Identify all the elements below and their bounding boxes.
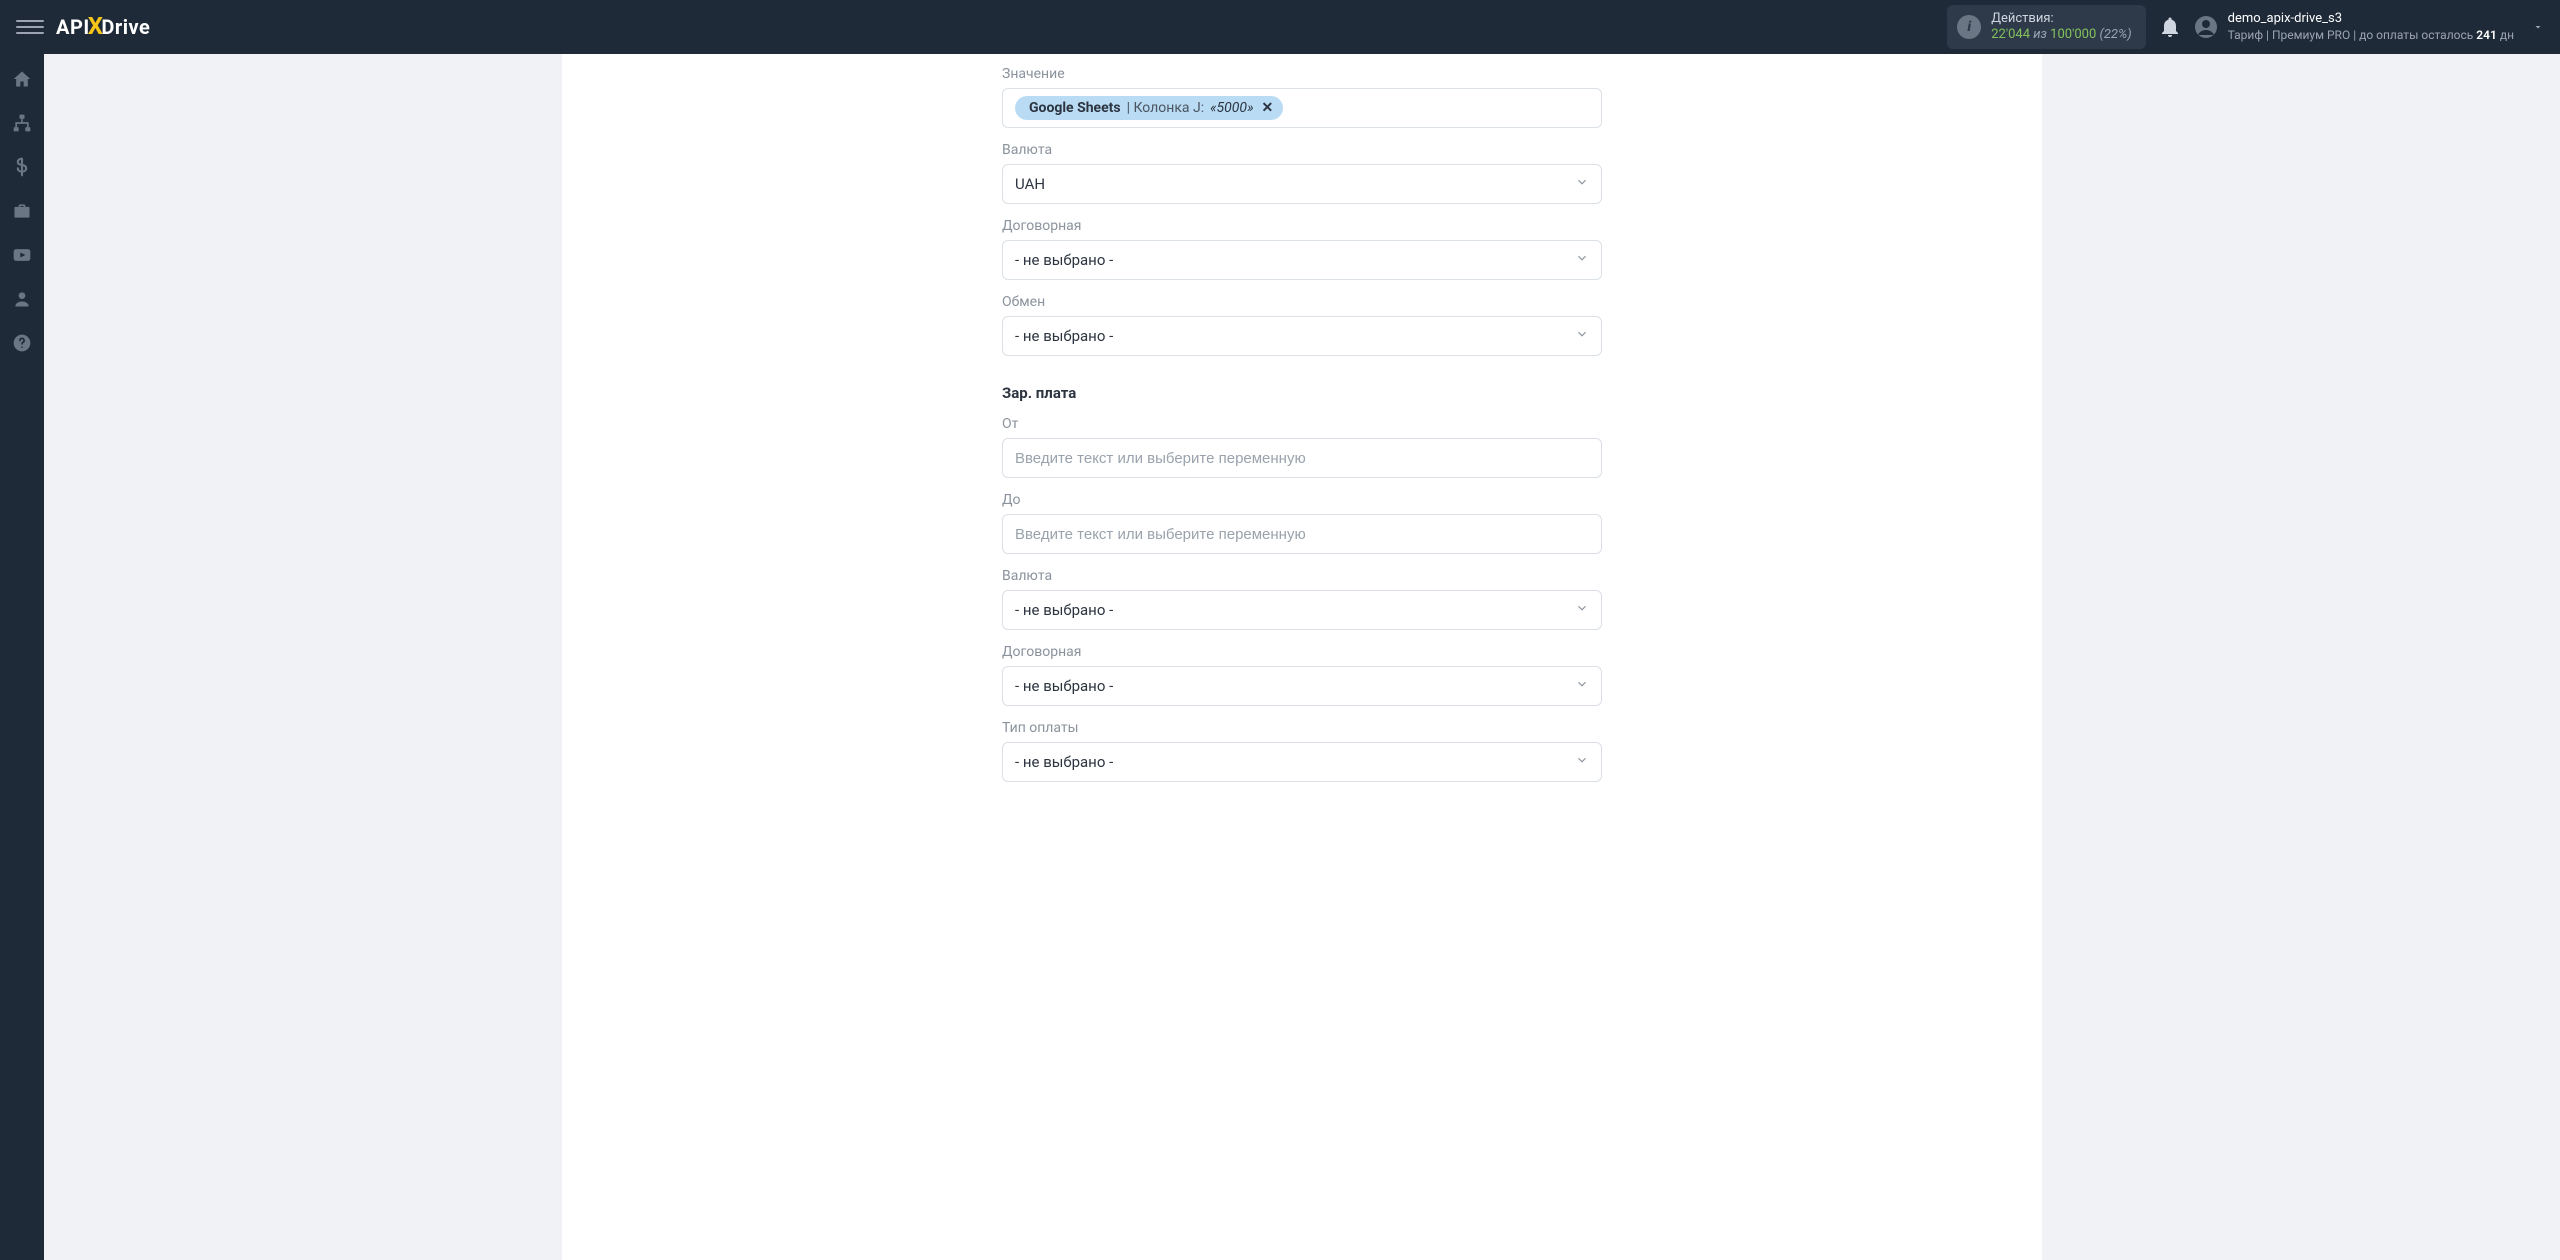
- tariff-prefix: Тариф |: [2228, 28, 2269, 42]
- nego1-value: - не выбрано -: [1015, 251, 1113, 269]
- logo-post: Drive: [101, 15, 150, 39]
- field-currency1: Валюта UAH: [1002, 142, 1602, 204]
- salary-section-title: Зар. плата: [1002, 384, 1602, 402]
- tariff-days-unit: дн: [2500, 28, 2514, 42]
- actions-of: из: [2033, 27, 2047, 42]
- value-input[interactable]: Google Sheets | Колонка J: «5000» ✕: [1002, 88, 1602, 128]
- field-exchange: Обмен - не выбрано -: [1002, 294, 1602, 356]
- chevron-down-icon: [2532, 18, 2544, 37]
- tariff-days: 241: [2476, 28, 2497, 42]
- app-header: API X Drive i Действия: 22'044 из 100'00…: [0, 0, 2560, 54]
- notifications-icon[interactable]: [2158, 15, 2182, 39]
- currency2-select[interactable]: - не выбрано -: [1002, 590, 1602, 630]
- actions-total: 100'000: [2050, 27, 2096, 42]
- chevron-down-icon: [1575, 677, 1589, 695]
- field-nego1: Договорная - не выбрано -: [1002, 218, 1602, 280]
- currency1-label: Валюта: [1002, 142, 1602, 158]
- video-icon[interactable]: [11, 244, 33, 266]
- nego1-label: Договорная: [1002, 218, 1602, 234]
- nego1-select[interactable]: - не выбрано -: [1002, 240, 1602, 280]
- to-input-box[interactable]: [1002, 514, 1602, 554]
- exchange-value: - не выбрано -: [1015, 327, 1113, 345]
- chip-col-value: «5000»: [1210, 100, 1253, 116]
- actions-pct: (22%): [2100, 27, 2132, 42]
- tariff-suffix: | до оплаты осталось: [2353, 28, 2473, 42]
- nego2-value: - не выбрано -: [1015, 677, 1113, 695]
- actions-counter[interactable]: i Действия: 22'044 из 100'000 (22%): [1947, 5, 2145, 50]
- home-icon[interactable]: [11, 68, 33, 90]
- user-name: demo_apix-drive_s3: [2228, 11, 2514, 27]
- paytype-label: Тип оплаты: [1002, 720, 1602, 736]
- paytype-select[interactable]: - не выбрано -: [1002, 742, 1602, 782]
- to-label: До: [1002, 492, 1602, 508]
- connections-icon[interactable]: [11, 112, 33, 134]
- nego2-label: Договорная: [1002, 644, 1602, 660]
- from-input-box[interactable]: [1002, 438, 1602, 478]
- user-menu[interactable]: demo_apix-drive_s3 Тариф | Премиум PRO |…: [2194, 11, 2544, 42]
- exchange-select[interactable]: - не выбрано -: [1002, 316, 1602, 356]
- logo-x: X: [88, 12, 104, 40]
- from-label: От: [1002, 416, 1602, 432]
- field-from: От: [1002, 416, 1602, 478]
- currency2-label: Валюта: [1002, 568, 1602, 584]
- actions-label: Действия:: [1991, 11, 2131, 27]
- chip-col-prefix: | Колонка J:: [1127, 100, 1205, 116]
- briefcase-icon[interactable]: [11, 200, 33, 222]
- billing-icon[interactable]: [11, 156, 33, 178]
- field-value: Значение Google Sheets | Колонка J: «500…: [1002, 66, 1602, 128]
- profile-icon[interactable]: [11, 288, 33, 310]
- nego2-select[interactable]: - не выбрано -: [1002, 666, 1602, 706]
- field-to: До: [1002, 492, 1602, 554]
- chevron-down-icon: [1575, 327, 1589, 345]
- chip-source: Google Sheets: [1029, 100, 1121, 116]
- currency1-value: UAH: [1015, 175, 1045, 193]
- content-area: Значение Google Sheets | Колонка J: «500…: [44, 54, 2560, 1260]
- paytype-value: - не выбрано -: [1015, 753, 1113, 771]
- to-input[interactable]: [1015, 526, 1589, 543]
- chevron-down-icon: [1575, 251, 1589, 269]
- chevron-down-icon: [1575, 753, 1589, 771]
- currency1-select[interactable]: UAH: [1002, 164, 1602, 204]
- form-card: Значение Google Sheets | Колонка J: «500…: [562, 54, 2042, 1260]
- help-icon[interactable]: [11, 332, 33, 354]
- user-text: demo_apix-drive_s3 Тариф | Премиум PRO |…: [2228, 11, 2514, 42]
- chip-remove-icon[interactable]: ✕: [1262, 100, 1274, 116]
- chevron-down-icon: [1575, 175, 1589, 193]
- value-chip: Google Sheets | Колонка J: «5000» ✕: [1015, 96, 1283, 120]
- field-paytype: Тип оплаты - не выбрано -: [1002, 720, 1602, 782]
- sidebar: [0, 54, 44, 1260]
- chevron-down-icon: [1575, 601, 1589, 619]
- field-currency2: Валюта - не выбрано -: [1002, 568, 1602, 630]
- logo[interactable]: API X Drive: [56, 13, 150, 41]
- currency2-value: - не выбрано -: [1015, 601, 1113, 619]
- field-nego2: Договорная - не выбрано -: [1002, 644, 1602, 706]
- menu-button[interactable]: [16, 13, 44, 41]
- tariff-name: Премиум PRO: [2272, 28, 2350, 42]
- actions-used: 22'044: [1991, 27, 2030, 42]
- exchange-label: Обмен: [1002, 294, 1602, 310]
- from-input[interactable]: [1015, 450, 1589, 467]
- value-label: Значение: [1002, 66, 1602, 82]
- actions-text: Действия: 22'044 из 100'000 (22%): [1991, 11, 2131, 44]
- logo-pre: API: [56, 15, 90, 39]
- info-icon: i: [1957, 15, 1981, 39]
- avatar-icon: [2194, 15, 2218, 39]
